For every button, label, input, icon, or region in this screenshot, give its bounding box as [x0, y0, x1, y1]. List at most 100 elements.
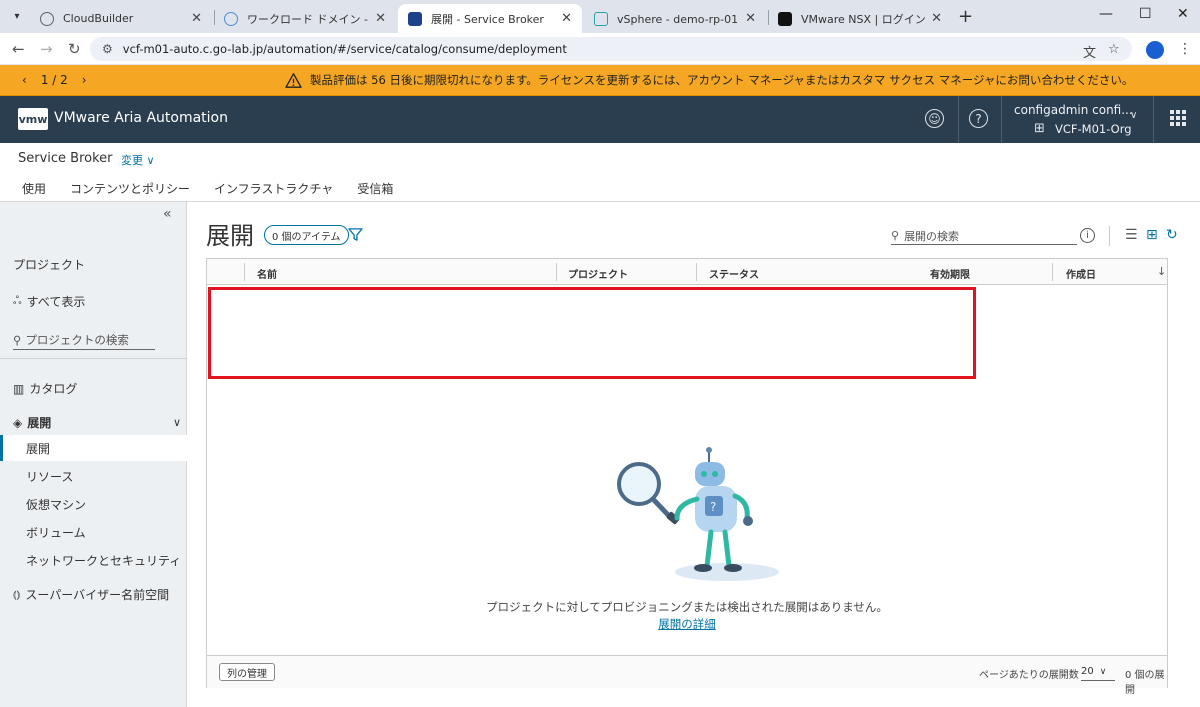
column-name[interactable]: 名前 [257, 266, 277, 281]
show-all-projects[interactable]: ஃ すべて表示 [13, 293, 85, 310]
per-page-select[interactable]: 20 ∨ [1081, 663, 1115, 681]
close-icon[interactable]: ✕ [191, 11, 202, 26]
banner-message-row: 製品評価は 56 日後に期限切れになります。ライセンスを更新するには、アカウント… [285, 72, 1133, 88]
browser-tab-cloudbuilder[interactable]: CloudBuilder ✕ [30, 4, 212, 33]
svg-text:?: ? [710, 500, 716, 514]
minimize-icon[interactable]: — [1099, 6, 1113, 22]
service-name: Service Broker [18, 151, 113, 166]
chevron-right-icon[interactable]: › [82, 73, 87, 87]
column-created[interactable]: 作成日 [1066, 266, 1096, 281]
grid-header: 名前 プロジェクト ステータス 有効期限 作成日 ↓ [207, 259, 1167, 285]
item-count-badge: 0 個のアイテム [264, 225, 349, 245]
project-heading: プロジェクト [13, 258, 86, 272]
column-project[interactable]: プロジェクト [568, 266, 628, 281]
list-view-icon[interactable]: ☰ [1125, 227, 1138, 243]
deployment-icon: ◈ [13, 415, 23, 430]
per-page-label: ページあたりの展開数 [979, 670, 1079, 681]
refresh-icon[interactable]: ↻ [1166, 227, 1178, 243]
chevron-up-icon: ∨ [172, 416, 181, 429]
chevron-left-icon[interactable]: ‹ [22, 73, 27, 87]
collapse-sidebar-icon[interactable]: « [163, 206, 172, 222]
close-icon[interactable]: ✕ [745, 11, 756, 26]
sort-descending-icon[interactable]: ↓ [1157, 265, 1166, 278]
translate-icon[interactable]: 文 [1083, 42, 1096, 61]
column-expiration[interactable]: 有効期限 [930, 266, 970, 281]
highlight-annotation-box [208, 287, 976, 379]
column-divider [244, 263, 245, 281]
app-header: vmw VMware Aria Automation ☺ ? configadm… [0, 96, 1200, 143]
app-title[interactable]: VMware Aria Automation [54, 110, 228, 126]
browser-tab-service-broker[interactable]: 展開 - Service Broker ✕ [398, 4, 582, 33]
service-subnav: Service Broker 変更 ∨ 使用 コンテンツとポリシー インフラスト… [0, 143, 1200, 205]
manage-columns-button[interactable]: 列の管理 [219, 663, 275, 681]
empty-state-message: プロジェクトに対してプロビジョニングまたは検出された展開はありません。 [486, 600, 888, 614]
deployment-search-input[interactable]: ⚲ 展開の検索 [891, 227, 1077, 245]
browser-menu-icon[interactable]: ⋮ [1178, 41, 1192, 57]
back-arrow-icon[interactable]: ← [12, 40, 25, 58]
sidebar-item-network-security[interactable]: ネットワークとセキュリティ [0, 547, 187, 573]
globe-icon [40, 11, 54, 26]
chevron-down-icon[interactable]: ∨ [1130, 110, 1137, 121]
vmware-favicon-icon [408, 11, 422, 26]
smiley-feedback-icon[interactable]: ☺ [925, 109, 944, 128]
sidebar-item-virtual-machines[interactable]: 仮想マシン [0, 491, 187, 517]
user-org[interactable]: VCF-M01-Org [1055, 122, 1132, 136]
nsx-icon [778, 11, 792, 26]
sidebar-item-catalog[interactable]: ▥ カタログ [13, 380, 77, 397]
header-divider [1153, 96, 1154, 143]
browser-tab-vsphere[interactable]: vSphere - demo-rp-01 - サマリ ✕ [584, 4, 766, 33]
new-tab-button[interactable]: + [958, 6, 973, 27]
chevron-down-icon: ∨ [1099, 666, 1107, 677]
page-title: 展開 [206, 222, 254, 250]
close-window-icon[interactable]: ✕ [1177, 6, 1189, 22]
sidebar-item-deployments[interactable]: 展開 [0, 435, 187, 461]
sidebar-divider [0, 358, 187, 359]
sidebar-item-resources[interactable]: リソース [0, 463, 187, 489]
cloud-icon [224, 11, 238, 26]
vsphere-icon [594, 11, 608, 26]
close-icon[interactable]: ✕ [375, 11, 386, 26]
column-divider [696, 263, 697, 281]
info-icon[interactable]: i [1080, 228, 1095, 243]
address-bar: ← → ↻ ⚙ vcf-m01-auto.c.go-lab.jp/automat… [0, 33, 1200, 65]
filter-icon[interactable] [348, 227, 363, 242]
url-field[interactable]: ⚙ vcf-m01-auto.c.go-lab.jp/automation/#/… [90, 37, 1132, 61]
profile-avatar[interactable] [1146, 41, 1164, 59]
column-status[interactable]: ステータス [709, 266, 759, 281]
deployment-details-link[interactable]: 展開の詳細 [207, 616, 1167, 632]
card-view-icon[interactable]: ⊞ [1146, 227, 1158, 243]
banner-pager: ‹ 1 / 2 › [22, 73, 87, 87]
forward-arrow-icon[interactable]: → [40, 40, 53, 58]
sidebar-section-deployments[interactable]: ◈ 展開 ∨ [13, 414, 181, 431]
search-icon: ⚲ [13, 332, 22, 347]
help-icon[interactable]: ? [969, 109, 988, 128]
column-divider [1052, 263, 1053, 281]
project-search-input[interactable]: ⚲ プロジェクトの検索 [13, 330, 155, 350]
organization-icon: ⊞ [1034, 121, 1045, 136]
change-service-button[interactable]: 変更 ∨ [121, 152, 155, 168]
sidebar-item-supervisor-namespaces[interactable]: ⦅⦆ スーパーバイザー名前空間 [13, 586, 169, 603]
site-settings-icon[interactable]: ⚙ [102, 42, 113, 56]
total-deployments: 0 個の展開 [1125, 670, 1165, 696]
user-name[interactable]: configadmin confi... [1014, 103, 1133, 117]
close-icon[interactable]: ✕ [931, 11, 942, 26]
grid-footer: 列の管理 ページあたりの展開数 20 ∨ 0 個の展開 [207, 655, 1167, 696]
toolbar-divider [1109, 226, 1110, 246]
license-banner: ‹ 1 / 2 › 製品評価は 56 日後に期限切れになります。ライセンスを更新… [0, 65, 1200, 96]
tab-search-button[interactable]: ▾ [8, 7, 26, 25]
search-icon: ⚲ [891, 229, 900, 242]
reload-icon[interactable]: ↻ [68, 40, 81, 58]
banner-message: 製品評価は 56 日後に期限切れになります。ライセンスを更新するには、アカウント… [310, 73, 1134, 87]
sidebar-item-volumes[interactable]: ボリューム [0, 519, 187, 545]
app-switcher-icon[interactable] [1170, 110, 1186, 126]
close-icon[interactable]: ✕ [561, 11, 572, 26]
browser-tab-nsx[interactable]: VMware NSX | ログイン ✕ [768, 4, 952, 33]
banner-page-indicator: 1 / 2 [40, 73, 68, 87]
maximize-icon[interactable]: ☐ [1139, 6, 1152, 22]
vmware-logo[interactable]: vmw [18, 108, 48, 130]
chevron-down-icon: ▾ [14, 10, 20, 22]
bookmark-star-icon[interactable]: ☆ [1108, 42, 1120, 57]
column-divider [556, 263, 557, 281]
browser-tab-workload-domain[interactable]: ワークロード ドメイン - サマリ ✕ [214, 4, 396, 33]
left-sidebar: « プロジェクト ஃ すべて表示 ⚲ プロジェクトの検索 ▥ カタログ ◈ 展開… [0, 202, 187, 707]
